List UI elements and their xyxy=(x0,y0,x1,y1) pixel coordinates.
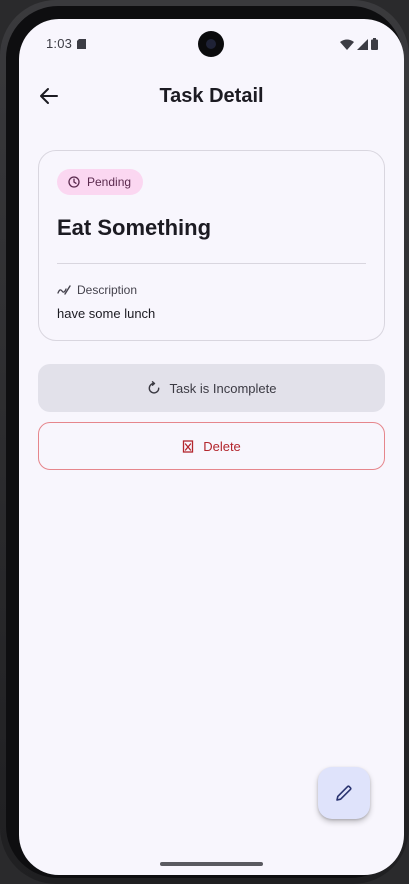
pen-scribble-icon xyxy=(57,285,71,295)
status-bar: 1:03 xyxy=(19,19,404,69)
signal-icon xyxy=(357,38,368,50)
device-frame: 1:03 Task Detail Pending Eat Something D… xyxy=(0,0,409,884)
edit-fab[interactable] xyxy=(318,767,370,819)
page-title: Task Detail xyxy=(159,85,264,107)
status-badge: Pending xyxy=(57,169,144,195)
clock-icon xyxy=(68,176,80,188)
trash-icon xyxy=(183,439,194,453)
delete-label: Delete xyxy=(203,438,241,454)
status-time: 1:03 xyxy=(46,36,73,51)
wifi-icon xyxy=(340,39,354,50)
task-detail-card: Pending Eat Something Description have s… xyxy=(38,150,385,341)
refresh-icon xyxy=(148,381,159,394)
top-app-bar: Task Detail xyxy=(19,75,404,119)
front-camera xyxy=(198,31,224,57)
toggle-complete-button[interactable]: Task is Incomplete xyxy=(38,364,385,412)
status-badge-label: Pending xyxy=(87,175,132,189)
description-header: Description xyxy=(57,283,137,297)
battery-icon xyxy=(371,38,378,50)
description-label: Description xyxy=(77,283,138,297)
divider xyxy=(57,263,366,264)
sd-card-icon xyxy=(77,39,86,49)
toggle-complete-label: Task is Incomplete xyxy=(169,380,277,396)
status-icons xyxy=(340,38,378,50)
home-indicator[interactable] xyxy=(160,862,263,866)
task-title: Eat Something xyxy=(57,215,212,240)
delete-button[interactable]: Delete xyxy=(38,422,385,470)
description-text: have some lunch xyxy=(57,306,156,321)
screen: 1:03 Task Detail Pending Eat Something D… xyxy=(19,19,404,875)
edit-pencil-icon xyxy=(336,785,352,801)
